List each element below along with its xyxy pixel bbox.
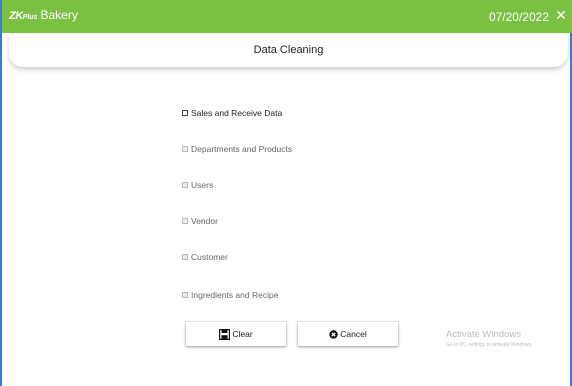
checkbox-vendor[interactable] (182, 218, 188, 224)
close-icon[interactable]: ✕ (554, 7, 568, 23)
cancel-button[interactable]: Cancel (298, 322, 398, 346)
current-date: 07/20/2022 (488, 10, 549, 24)
page-title: Data Cleaning (253, 44, 324, 56)
app-logo: ZK Plus Bakery (9, 8, 78, 22)
title-bar: ZK Plus Bakery 07/20/2022 ✕ (2, 0, 572, 33)
option-customer[interactable]: Customer (182, 252, 228, 262)
option-label: Departments and Products (191, 144, 293, 154)
page-header: Data Cleaning (9, 33, 568, 67)
logo-zk-text: ZK (9, 10, 23, 22)
app-window: ZK Plus Bakery 07/20/2022 ✕ Data Cleanin… (0, 0, 572, 386)
option-label: Customer (191, 252, 228, 262)
cancel-button-label: Cancel (340, 329, 367, 339)
option-label: Vendor (191, 216, 218, 226)
watermark-title: Activate Windows (446, 329, 521, 340)
cancel-circle-icon (329, 329, 338, 339)
option-sales-and-receive-data[interactable]: Sales and Receive Data (182, 108, 282, 118)
option-label: Sales and Receive Data (191, 108, 283, 118)
clear-button[interactable]: Clear (186, 322, 286, 346)
checkbox-users[interactable] (182, 182, 188, 188)
save-icon (219, 328, 231, 340)
option-ingredients-and-recipe[interactable]: Ingredients and Recipe (182, 290, 278, 300)
option-departments-and-products[interactable]: Departments and Products (182, 144, 292, 154)
app-name: Bakery (40, 8, 78, 22)
option-vendor[interactable]: Vendor (182, 216, 218, 226)
clear-button-label: Clear (232, 329, 253, 339)
checkbox-ingredients-and-recipe[interactable] (182, 292, 188, 298)
option-label: Ingredients and Recipe (191, 290, 279, 300)
option-label: Users (191, 180, 214, 190)
checkbox-departments-and-products[interactable] (182, 146, 188, 152)
windows-activation-watermark: Activate Windows Go to PC settings to ac… (446, 329, 532, 348)
checkbox-customer[interactable] (182, 254, 188, 260)
logo-plus-text: Plus (22, 14, 38, 21)
checkbox-sales-and-receive-data[interactable] (182, 110, 188, 116)
option-users[interactable]: Users (182, 180, 213, 190)
watermark-subtitle: Go to PC settings to activate Windows. (446, 342, 533, 348)
